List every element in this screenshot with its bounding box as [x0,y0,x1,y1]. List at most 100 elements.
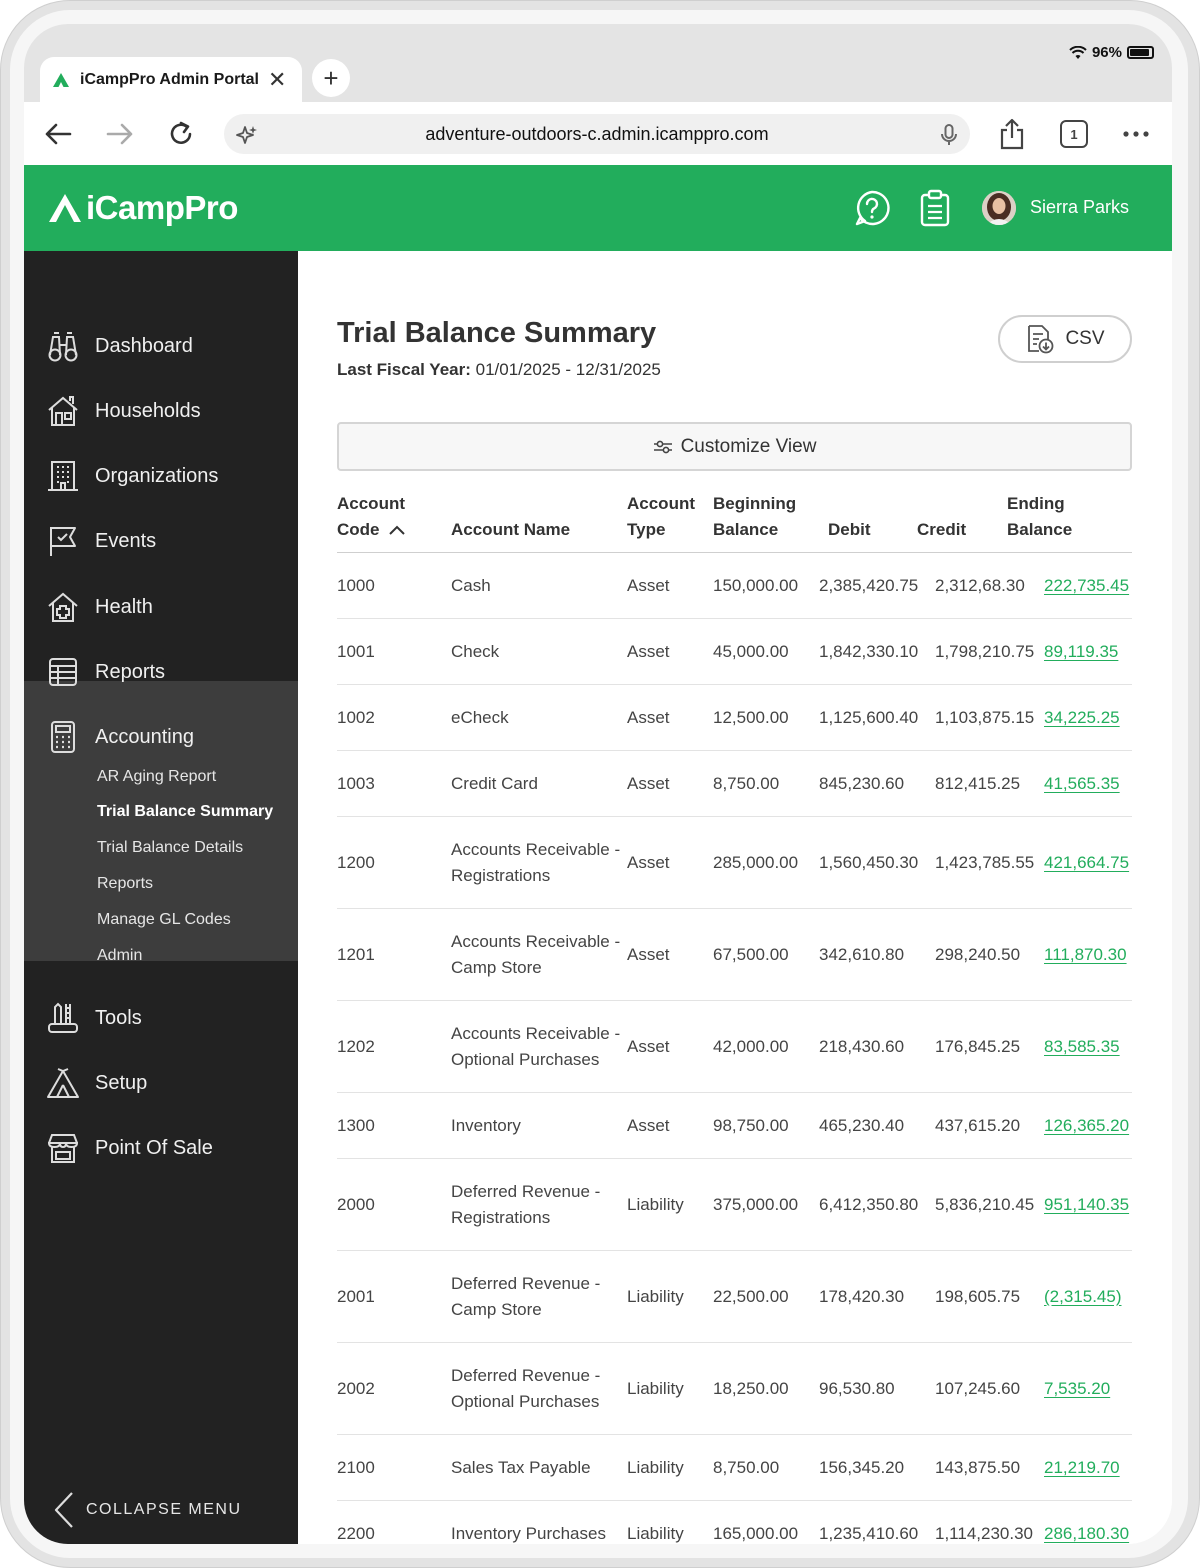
browser-tab[interactable]: iCampPro Admin Portal ✕ [40,57,302,103]
table-row[interactable]: 1000 Cash Asset 150,000.00 2,385,420.75 2,312… [337,553,1132,619]
cell-ending-balance[interactable]: 21,219.70 [1044,1455,1120,1481]
cell-credit: 1,103,875.15 [935,708,1035,727]
column-header-beginning-balance[interactable]: Beginning Balance [713,491,796,543]
cell-account-name: Accounts Receivable - Registrations [451,840,621,885]
sidebar-subitem-manage-gl-codes[interactable]: Manage GL Codes [97,911,231,929]
tabs-icon: 1 [1060,120,1088,148]
sidebar-item-tools[interactable]: Tools [24,992,298,1044]
share-button[interactable] [992,114,1032,154]
sidebar-item-households[interactable]: Households [24,385,298,437]
column-header-account-type[interactable]: Account Type [627,491,695,543]
cell-ending-balance[interactable]: 222,735.45 [1044,573,1129,599]
table-row[interactable]: 1200 Accounts Receivable - Registrations A… [337,817,1132,909]
cell-credit: 1,423,785.55 [935,853,1035,872]
sort-ascending-icon[interactable] [388,524,406,536]
sidebar-subitem-admin[interactable]: Admin [97,947,142,965]
sidebar-item-label: Events [95,529,157,552]
sidebar-item-dashboard[interactable]: Dashboard [24,320,298,372]
address-bar[interactable]: adventure-outdoors-c.admin.icamppro.com [224,114,970,154]
table-row[interactable]: 1002 eCheck Asset 12,500.00 1,125,600.40 1,10… [337,685,1132,751]
column-header-debit[interactable]: Debit [828,517,871,543]
column-header-ending-balance[interactable]: Ending Balance [1007,491,1072,543]
table-row[interactable]: 1001 Check Asset 45,000.00 1,842,330.10 1,798… [337,619,1132,685]
help-icon[interactable] [853,189,891,227]
more-button[interactable] [1116,114,1156,154]
collapse-menu-label: COLLAPSE MENU [86,1501,242,1518]
column-header-account-code[interactable]: Account Code [337,491,406,543]
microphone-icon[interactable] [940,123,958,147]
back-button[interactable] [38,114,78,154]
cell-debit: 2,385,420.75 [819,576,919,595]
column-header-credit[interactable]: Credit [917,517,966,543]
cell-ending-balance[interactable]: 7,535.20 [1044,1376,1110,1402]
tabs-button[interactable]: 1 [1054,114,1094,154]
cell-account-name: Deferred Revenue - Camp Store [451,1274,601,1319]
sidebar-subitem-trial-balance-details[interactable]: Trial Balance Details [97,839,243,857]
sidebar-item-events[interactable]: Events [24,515,298,567]
cell-account-name: Deferred Revenue - Optional Purchases [451,1366,601,1411]
table-row[interactable]: 2000 Deferred Revenue - Registrations Liab… [337,1159,1132,1251]
cell-account-name: eCheck [451,708,509,727]
cell-ending-balance[interactable]: 951,140.35 [1044,1192,1129,1218]
cell-ending-balance[interactable]: 34,225.25 [1044,705,1120,731]
user-name[interactable]: Sierra Parks [1030,197,1129,218]
header-line: Account [337,494,405,513]
new-tab-button[interactable]: + [312,59,350,97]
table-row[interactable]: 1300 Inventory Asset 98,750.00 465,230.40 437… [337,1093,1132,1159]
tools-icon [48,1002,78,1033]
customize-view-label: Customize View [680,435,817,457]
icamppro-logo[interactable]: iCampPro [48,189,238,227]
close-tab-icon[interactable]: ✕ [268,69,286,91]
user-photo-icon [982,191,1016,225]
sidebar-item-accounting[interactable]: Accounting [24,711,298,763]
cell-account-code: 1300 [337,1116,375,1135]
sidebar: Dashboard Households Organizations Event… [24,251,298,1544]
reload-button[interactable] [161,114,201,154]
cell-ending-balance[interactable]: 286,180.30 [1044,1521,1129,1544]
cell-ending-balance[interactable]: 41,565.35 [1044,771,1120,797]
csv-export-button[interactable]: CSV [998,315,1132,363]
cell-credit: 812,415.25 [935,774,1021,793]
cell-ending-balance[interactable]: 89,119.35 [1044,639,1118,665]
table-row[interactable]: 1202 Accounts Receivable - Optional Purch… [337,1001,1132,1093]
tent-icon [47,1068,79,1098]
cell-account-name: Check [451,642,500,661]
table-row[interactable]: 2200 Inventory Purchases Liability 165,000.… [337,1501,1132,1544]
cell-ending-balance[interactable]: 83,585.35 [1044,1034,1120,1060]
cell-account-name: Deferred Revenue - Registrations [451,1182,601,1227]
cell-account-type: Asset [627,708,670,727]
cell-ending-balance[interactable]: 421,664.75 [1044,850,1129,876]
collapse-menu-button[interactable]: COLLAPSE MENU [52,1491,242,1529]
cell-ending-balance[interactable]: 111,870.30 [1044,942,1127,968]
cell-ending-balance[interactable]: 126,365.20 [1044,1113,1129,1139]
cell-debit: 6,412,350.80 [819,1195,919,1214]
cell-account-type: Asset [627,1037,670,1056]
table-row[interactable]: 1003 Credit Card Asset 8,750.00 845,230.60 81… [337,751,1132,817]
avatar[interactable] [982,191,1016,225]
sidebar-subitem-trial-balance-summary[interactable]: Trial Balance Summary [97,803,273,821]
sidebar-item-label: Setup [95,1071,148,1094]
sidebar-item-point-of-sale[interactable]: Point Of Sale [24,1122,298,1174]
clipboard-icon[interactable] [916,189,954,227]
sidebar-subitem-reports[interactable]: Reports [97,875,153,893]
sidebar-item-health[interactable]: Health [24,581,298,633]
sidebar-item-setup[interactable]: Setup [24,1057,298,1109]
cell-beginning-balance: 98,750.00 [713,1116,789,1135]
forward-button[interactable] [100,114,140,154]
table-row[interactable]: 1201 Accounts Receivable - Camp Store Asse… [337,909,1132,1001]
sidebar-item-label: Organizations [95,464,219,487]
cell-credit: 198,605.75 [935,1287,1021,1306]
cell-account-code: 1201 [337,945,375,964]
table-row[interactable]: 2002 Deferred Revenue - Optional Purchase… [337,1343,1132,1435]
sidebar-subitem-ar-aging-report[interactable]: AR Aging Report [97,768,216,786]
calculator-icon [51,721,75,753]
customize-view-button[interactable]: Customize View [337,422,1132,471]
sidebar-item-organizations[interactable]: Organizations [24,450,298,502]
sidebar-item-reports[interactable]: Reports [24,646,298,698]
cell-beginning-balance: 42,000.00 [713,1037,789,1056]
table-row[interactable]: 2100 Sales Tax Payable Liability 8,750.00 15… [337,1435,1132,1501]
column-header-account-name[interactable]: Account Name [451,517,570,543]
sidebar-item-label: Health [95,595,153,618]
table-row[interactable]: 2001 Deferred Revenue - Camp Store Liabili… [337,1251,1132,1343]
cell-ending-balance[interactable]: (2,315.45) [1044,1284,1122,1310]
